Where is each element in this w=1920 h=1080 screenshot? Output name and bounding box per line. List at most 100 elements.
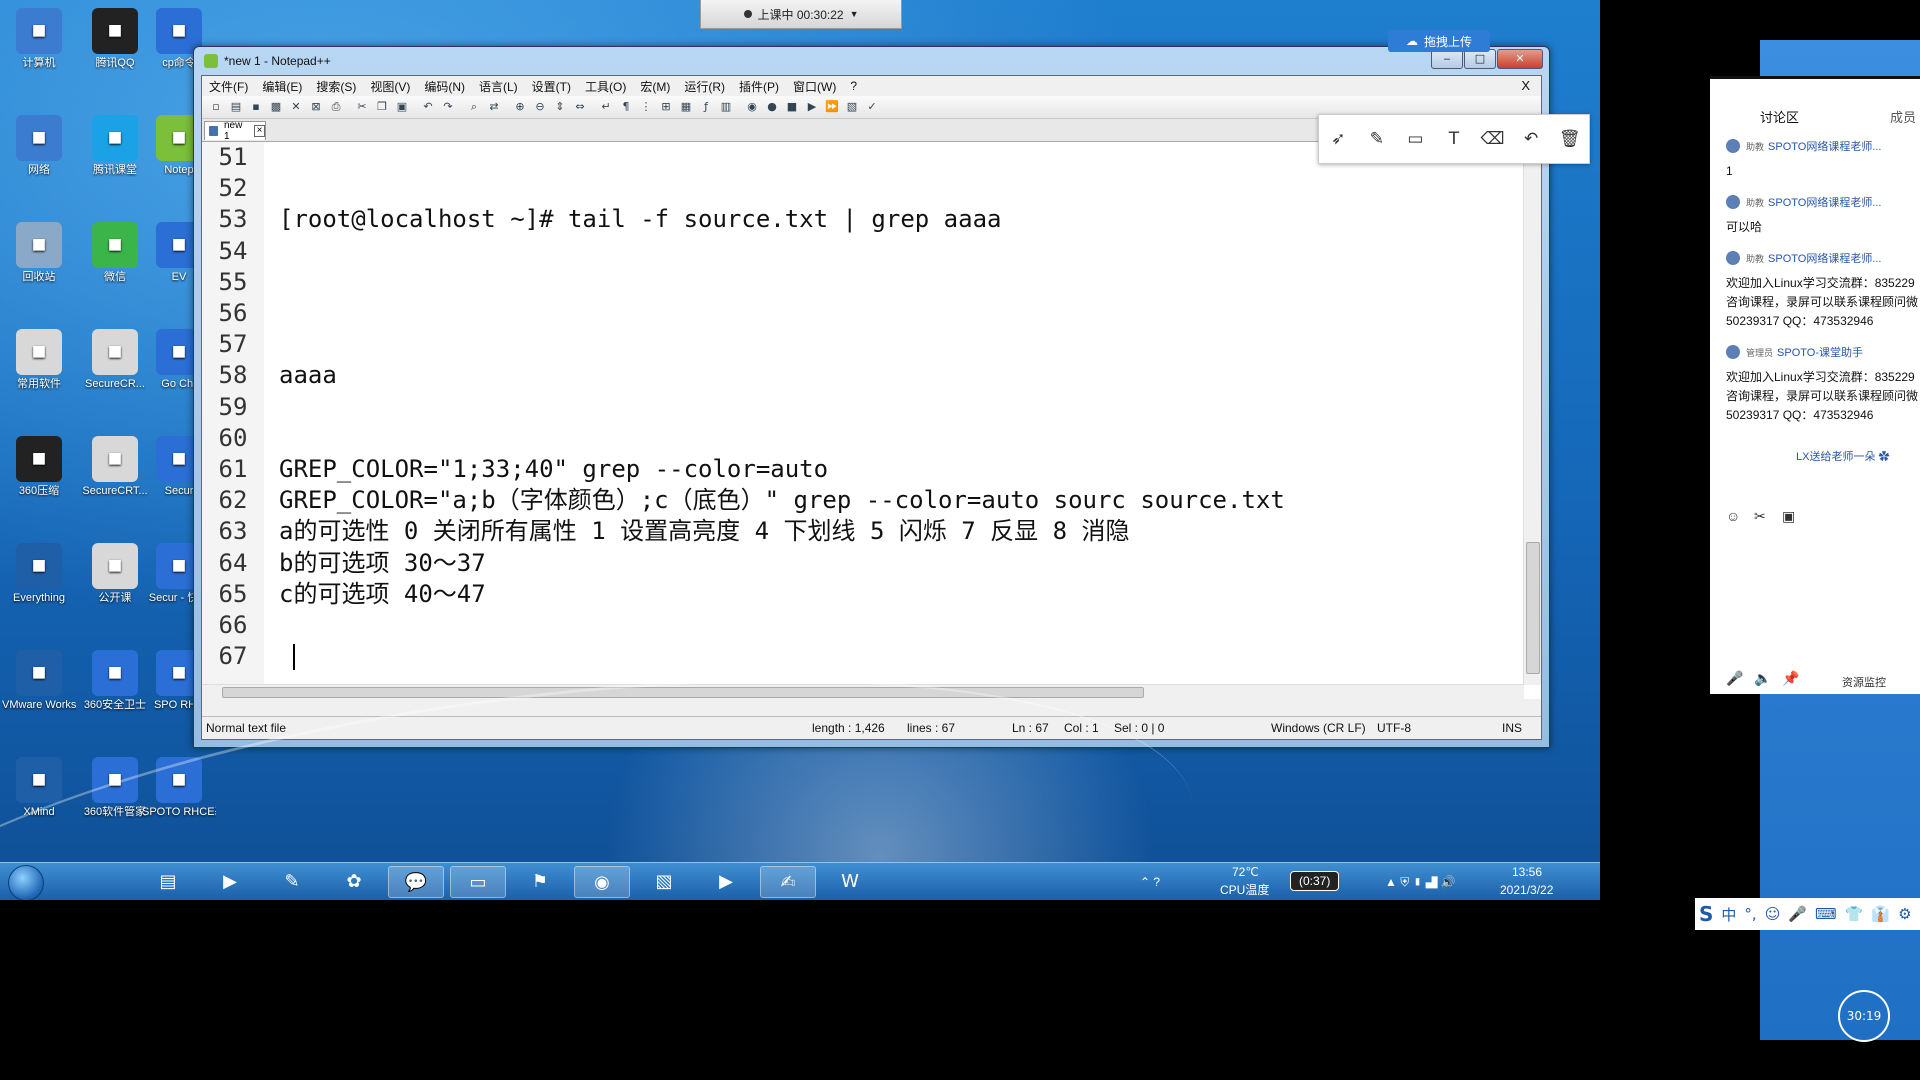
monitor-icon[interactable]: ◉ (744, 99, 760, 115)
resource-monitor[interactable]: 资源监控 (1842, 674, 1886, 690)
desktop-icon[interactable]: ■ 腾讯QQ (78, 8, 152, 70)
start-button[interactable] (8, 865, 44, 900)
menu-item[interactable]: 文件(F) (202, 78, 255, 95)
tray-icons[interactable]: ▲ ⛨ ▮ ▟ 🔊 (1385, 875, 1456, 890)
desktop-icon[interactable]: ■ 360软件管家 (78, 757, 152, 819)
rectangle-icon[interactable]: ▭ (1403, 129, 1427, 149)
menu-item[interactable]: 搜索(S) (309, 78, 363, 95)
emoji-icon[interactable]: ☺ (1726, 508, 1740, 524)
print-icon[interactable]: ⎙ (328, 99, 344, 115)
microphone-icon[interactable]: 🎤 (1726, 670, 1743, 687)
save-macro-icon[interactable]: ▧ (844, 99, 860, 115)
desktop-icon[interactable]: ■ 公开课 (78, 543, 152, 605)
wps-icon[interactable]: W (822, 866, 878, 898)
image-icon[interactable]: ▣ (1782, 508, 1795, 525)
desktop-icon[interactable]: ■ 腾讯课堂 (78, 115, 152, 177)
menu-item[interactable]: 宏(M) (633, 78, 677, 95)
scissors-icon[interactable]: ✂ (1754, 508, 1766, 525)
show-all-icon[interactable]: ¶ (618, 99, 634, 115)
redo-icon[interactable]: ↷ (440, 99, 456, 115)
desktop-icon[interactable]: ■ 常用软件 (2, 329, 76, 391)
sync-v-icon[interactable]: ⇕ (552, 99, 568, 115)
cursor-icon[interactable]: ➶ (1326, 129, 1350, 149)
ime-button[interactable]: ⌨ (1815, 905, 1837, 923)
play-macro-icon[interactable]: ▶ (804, 99, 820, 115)
clock-time[interactable]: 13:56 (1512, 865, 1542, 879)
pen-icon[interactable]: ✎ (1365, 129, 1389, 149)
cut-icon[interactable]: ✂ (354, 99, 370, 115)
spell-check-icon[interactable]: ✓ (864, 99, 880, 115)
eraser-icon[interactable]: ⌫ (1481, 129, 1505, 149)
pen-icon[interactable]: ✎ (264, 866, 320, 898)
tray-arrows-icon[interactable]: ⌃ ? (1140, 875, 1160, 889)
menu-item[interactable]: 插件(P) (732, 78, 786, 95)
text-icon[interactable]: T (1442, 129, 1466, 149)
sync-h-icon[interactable]: ⇔ (572, 99, 588, 115)
tab-new-1[interactable]: new 1 × (204, 120, 266, 142)
qq-icon[interactable]: ◉ (574, 866, 630, 898)
menu-item[interactable]: ? (843, 79, 864, 93)
remote-desktop-icon[interactable]: ▭ (450, 866, 506, 898)
ime-button[interactable]: ⚙ (1898, 905, 1911, 923)
open-file-icon[interactable]: ▤ (228, 99, 244, 115)
ime-button[interactable]: 👔 (1871, 905, 1890, 923)
close-icon[interactable]: ✕ (288, 99, 304, 115)
desktop-icon[interactable]: ■ Everything (2, 543, 76, 605)
stop-macro-icon[interactable]: ■ (784, 99, 800, 115)
doc-map-icon[interactable]: ▦ (678, 99, 694, 115)
zoom-in-icon[interactable]: ⊕ (512, 99, 528, 115)
ime-button[interactable]: ☺ (1765, 905, 1781, 923)
horizontal-scroll-thumb[interactable] (222, 687, 1144, 698)
editor-area[interactable]: 51 52 53 [root@localhost ~]# tail -f source… (202, 142, 1541, 699)
recording-status-bar[interactable]: 上课中 00:30:22 ▼ (700, 0, 902, 29)
vertical-scrollbar[interactable] (1523, 142, 1541, 685)
desktop-icon[interactable]: ■ 计算机 (2, 8, 76, 70)
replace-icon[interactable]: ⇄ (486, 99, 502, 115)
menu-item[interactable]: 视图(V) (363, 78, 417, 95)
clock-badge[interactable]: 30:19 (1838, 990, 1890, 1042)
upload-button[interactable]: ☁ 拖拽上传 (1388, 30, 1490, 52)
desktop-icon[interactable]: ■ SecureCRT... (78, 436, 152, 498)
tab-discussion[interactable]: 讨论区 (1760, 107, 1799, 126)
desktop-icon[interactable]: ■ 360安全卫士 (78, 650, 152, 712)
speaker-icon[interactable]: 🔈 (1754, 670, 1771, 687)
desktop-icon[interactable]: ■ SPOTO RHCE基... (142, 757, 216, 819)
close-all-icon[interactable]: ⊠ (308, 99, 324, 115)
menu-close-doc-button[interactable]: X (1514, 78, 1537, 93)
record-macro-icon[interactable]: ● (764, 99, 780, 115)
minimize-button[interactable]: ‒ (1431, 49, 1463, 69)
ime-button[interactable]: 中 (1721, 904, 1736, 925)
notes-icon[interactable]: ▧ (636, 866, 692, 898)
word-wrap-icon[interactable]: ↵ (598, 99, 614, 115)
menu-item[interactable]: 设置(T) (525, 78, 578, 95)
save-icon[interactable]: ▪ (248, 99, 264, 115)
copy-icon[interactable]: ❐ (374, 99, 390, 115)
indent-guide-icon[interactable]: ⋮ (638, 99, 654, 115)
lang-fold-icon[interactable]: ⊞ (658, 99, 674, 115)
maximize-button[interactable]: □ (1464, 49, 1496, 69)
sogou-ime-icon[interactable]: S (1699, 902, 1713, 926)
trash-icon[interactable]: 🗑 (1558, 129, 1582, 149)
menu-item[interactable]: 编辑(E) (255, 78, 309, 95)
ime-button[interactable]: 🎤 (1788, 905, 1807, 923)
horizontal-scrollbar[interactable] (202, 684, 1524, 699)
menu-item[interactable]: 编码(N) (417, 78, 472, 95)
record-timer[interactable]: (0:37) (1290, 871, 1340, 891)
menu-item[interactable]: 工具(O) (578, 78, 633, 95)
notepadpp-icon[interactable]: ✍ (760, 866, 816, 898)
desktop-icon[interactable]: ■ SecureCR... (78, 329, 152, 391)
clock-date[interactable]: 2021/3/22 (1500, 883, 1553, 897)
undo-icon[interactable]: ↶ (1519, 129, 1543, 149)
menu-item[interactable]: 窗口(W) (786, 78, 843, 95)
desktop-icon[interactable]: ■ip_get.sh (2, 864, 76, 900)
save-all-icon[interactable]: ▩ (268, 99, 284, 115)
desktop-icon[interactable]: ■ 网络 (2, 115, 76, 177)
undo-icon[interactable]: ↶ (420, 99, 436, 115)
new-file-icon[interactable]: ▫ (208, 99, 224, 115)
desktop-icon[interactable]: ■ 回收站 (2, 222, 76, 284)
desktop-icon[interactable]: ■ VMware Workstati... (2, 650, 76, 712)
find-icon[interactable]: ⌕ (466, 99, 482, 115)
tab-close-icon[interactable]: × (254, 125, 266, 137)
menu-item[interactable]: 语言(L) (472, 78, 525, 95)
paste-icon[interactable]: ▣ (394, 99, 410, 115)
